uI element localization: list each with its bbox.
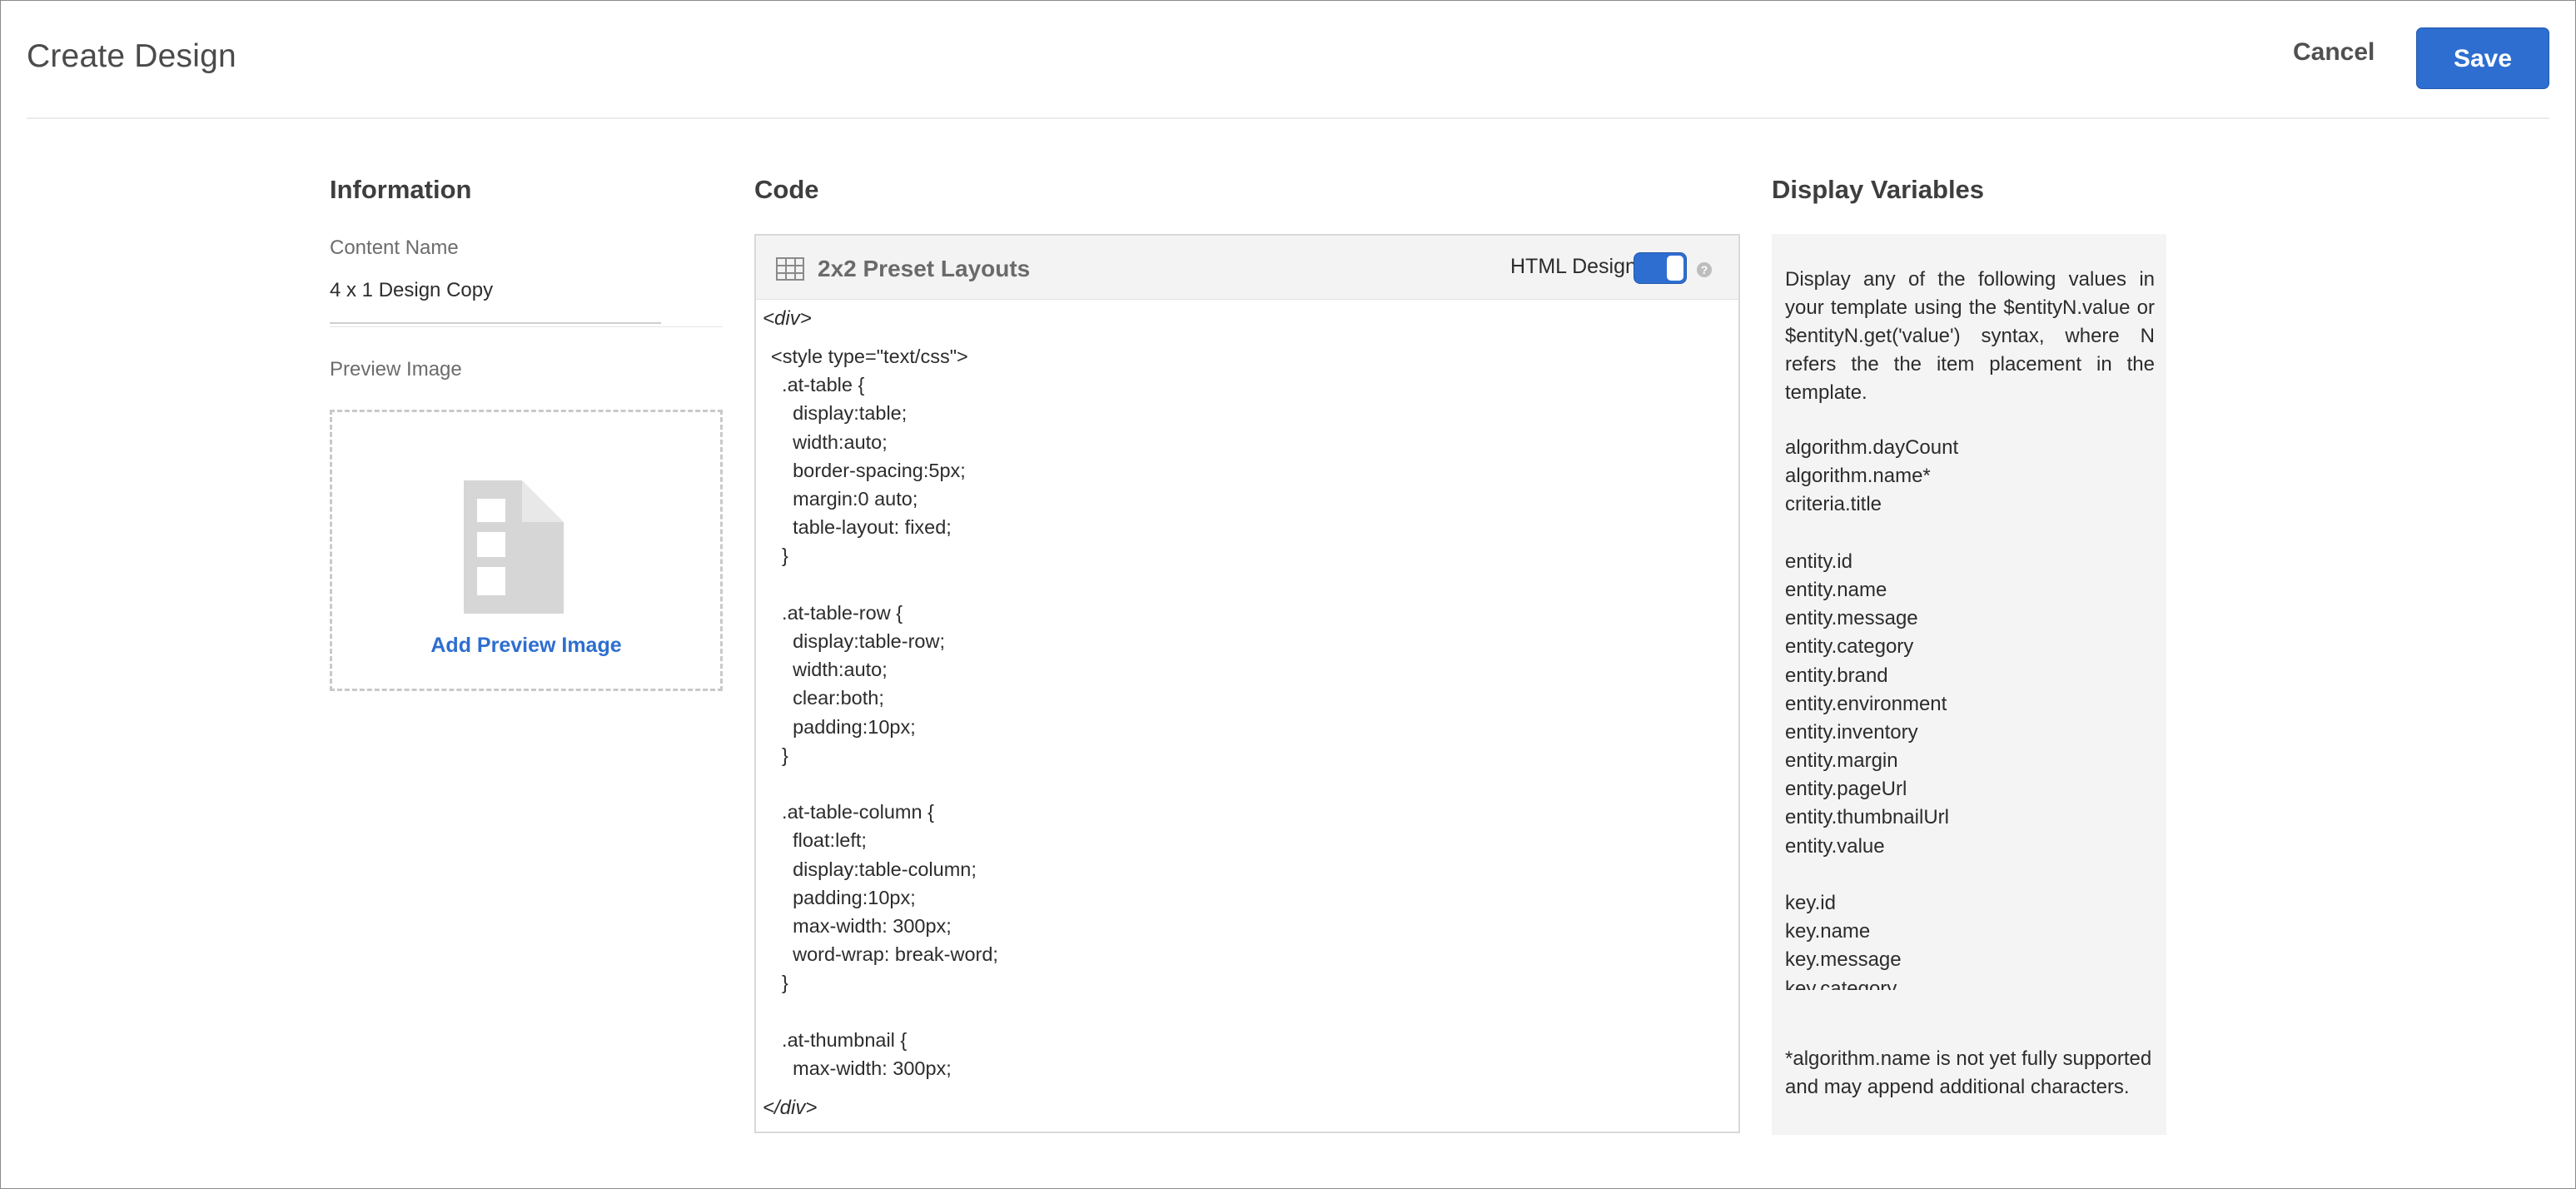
variable-item: algorithm.dayCount xyxy=(1785,436,1959,459)
information-heading: Information xyxy=(330,175,472,204)
variable-item: entity.environment xyxy=(1785,692,1947,715)
code-toolbar: 2x2 Preset Layouts HTML Design ? xyxy=(756,236,1738,300)
code-content[interactable]: <style type="text/css"> .at-table { disp… xyxy=(771,342,1720,1083)
variable-item: criteria.title xyxy=(1785,493,1882,516)
variable-item: entity.message xyxy=(1785,607,1918,630)
variable-item: entity.pageUrl xyxy=(1785,778,1907,801)
list-spacer xyxy=(1785,861,2151,889)
code-open-tag: <div> xyxy=(763,307,812,330)
variable-item: key.category xyxy=(1785,977,1897,990)
variable-item: entity.thumbnailUrl xyxy=(1785,806,1949,829)
html-design-toggle[interactable] xyxy=(1634,252,1687,284)
grid-icon[interactable] xyxy=(776,257,804,281)
html-design-label: HTML Design xyxy=(1510,255,1637,278)
code-heading: Code xyxy=(754,175,819,204)
variable-item: key.message xyxy=(1785,948,1902,972)
list-spacer xyxy=(1785,520,2151,548)
code-editor[interactable]: <div> <style type="text/css"> .at-table … xyxy=(756,299,1738,1132)
add-preview-image-dropzone[interactable]: Add Preview Image xyxy=(330,410,723,691)
cancel-button[interactable]: Cancel xyxy=(2293,38,2375,67)
variable-item: key.id xyxy=(1785,892,1836,914)
page-title: Create Design xyxy=(27,38,236,74)
variable-item: entity.inventory xyxy=(1785,720,1918,744)
header-divider xyxy=(27,117,2549,119)
preview-image-label: Preview Image xyxy=(330,358,462,381)
add-preview-image-link[interactable]: Add Preview Image xyxy=(332,634,720,658)
variable-item: entity.id xyxy=(1785,550,1852,573)
display-variables-note: *algorithm.name is not yet fully support… xyxy=(1785,1047,2152,1098)
information-divider xyxy=(330,326,723,327)
display-variables-list: algorithm.dayCount algorithm.name* criteri… xyxy=(1785,434,2151,990)
display-variables-heading: Display Variables xyxy=(1772,175,1985,204)
page-header: Create Design Cancel Save xyxy=(0,0,2576,119)
display-variables-intro: Display any of the following values in y… xyxy=(1785,268,2155,404)
variable-item: algorithm.name* xyxy=(1785,465,1931,488)
document-icon xyxy=(464,480,564,614)
display-variables-panel: Display any of the following values in y… xyxy=(1772,234,2166,1135)
content-name-input[interactable]: 4 x 1 Design Copy xyxy=(330,279,493,302)
variable-item: entity.value xyxy=(1785,834,1885,858)
code-panel: 2x2 Preset Layouts HTML Design ? <div> <… xyxy=(754,234,1740,1133)
variable-item: entity.name xyxy=(1785,578,1887,601)
content-name-underline xyxy=(330,322,661,324)
variable-item: entity.brand xyxy=(1785,664,1888,687)
code-close-tag: </div> xyxy=(763,1097,818,1119)
help-icon[interactable]: ? xyxy=(1697,262,1712,277)
toggle-knob xyxy=(1667,256,1683,281)
variable-item: entity.category xyxy=(1785,635,1914,659)
content-name-label: Content Name xyxy=(330,236,459,259)
variable-item: entity.margin xyxy=(1785,749,1898,773)
preset-layouts-button[interactable]: 2x2 Preset Layouts xyxy=(818,256,1030,282)
variable-item: key.name xyxy=(1785,920,1871,943)
save-button[interactable]: Save xyxy=(2416,27,2549,89)
